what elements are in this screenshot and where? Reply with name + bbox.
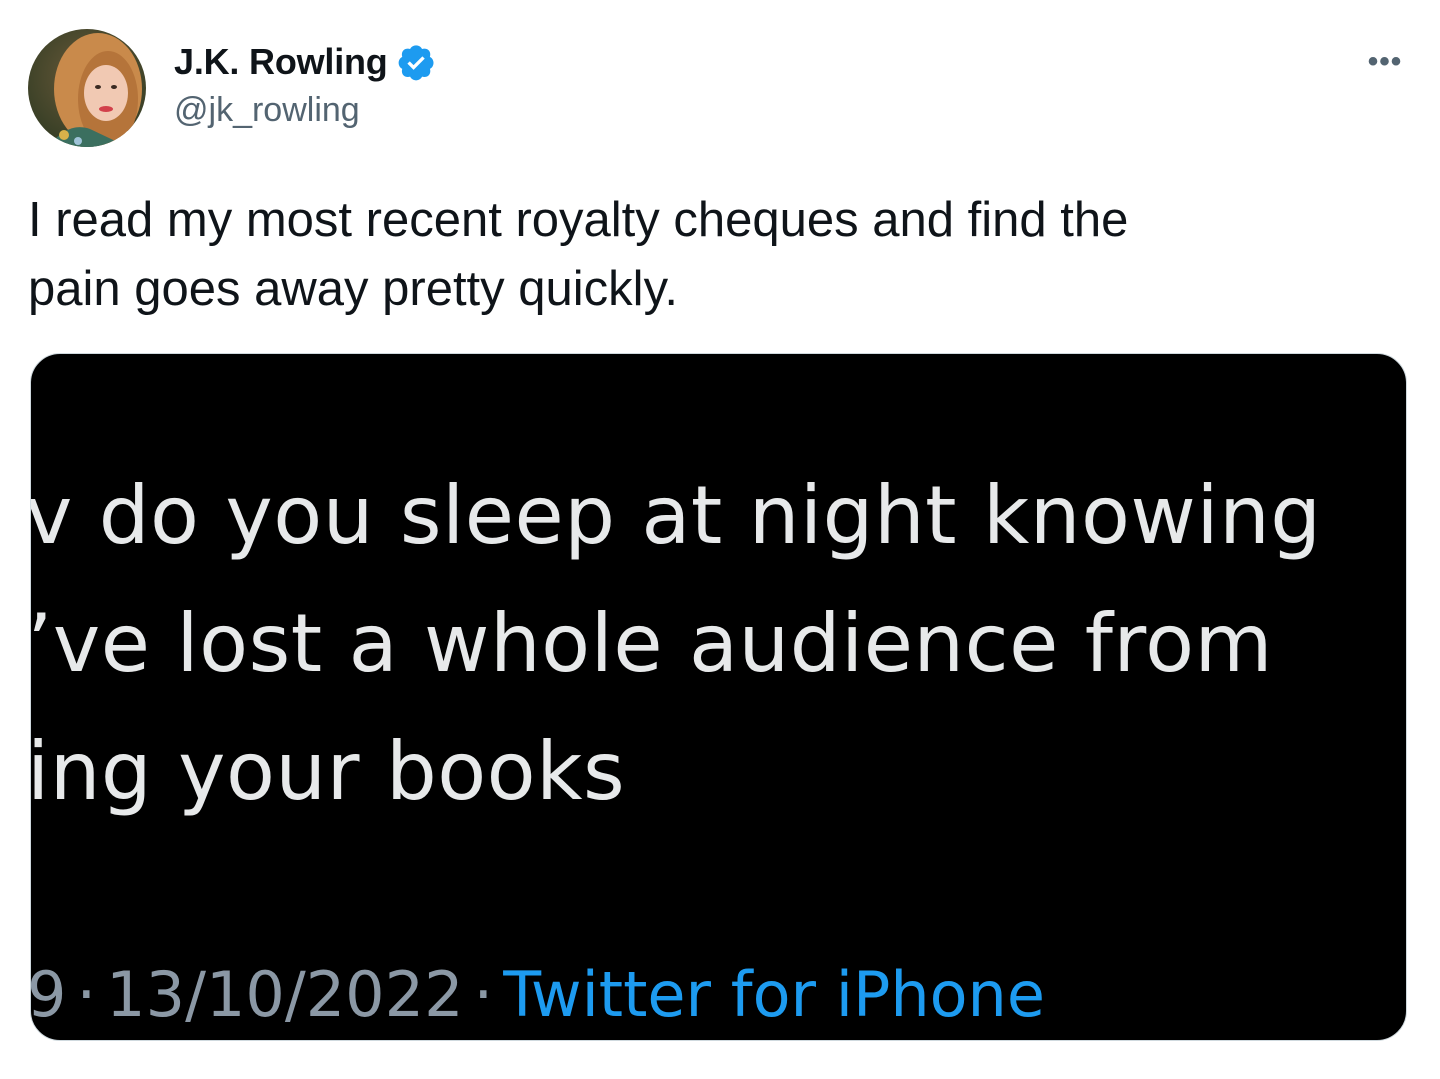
quoted-date: 13/10/2022 [106,958,464,1031]
avatar[interactable] [28,29,146,147]
verified-badge-icon [396,42,436,82]
tweet-card[interactable]: J.K. Rowling @jk_rowling ••• I read my m… [0,0,1440,1079]
tweet-media-image[interactable]: v do you sleep at night knowing ’ve lost… [30,353,1407,1041]
tweet-text: I read my most recent royalty cheques an… [28,186,1408,324]
quoted-time-fragment: 9 [30,958,67,1031]
tweet-text-line: pain goes away pretty quickly. [28,262,679,316]
tweet-text-line: I read my most recent royalty cheques an… [28,193,1129,247]
quoted-tweet-meta: 9 · 13/10/2022 · Twitter for iPhone [31,964,1045,1026]
meta-separator: · [473,958,494,1031]
quoted-source-link: Twitter for iPhone [503,958,1045,1031]
author-name-row: J.K. Rowling [174,40,436,84]
more-dots-icon: ••• [1367,45,1403,78]
more-options-button[interactable]: ••• [1362,42,1408,82]
quoted-text-line: ’ve lost a whole audience from [30,597,1273,690]
quoted-text-line: ing your books [30,725,626,818]
meta-separator: · [76,958,97,1031]
quoted-text-line: v do you sleep at night knowing [30,469,1322,562]
author-display-name[interactable]: J.K. Rowling [174,41,388,83]
author-handle[interactable]: @jk_rowling [174,91,360,130]
profile-photo-icon [28,29,146,147]
